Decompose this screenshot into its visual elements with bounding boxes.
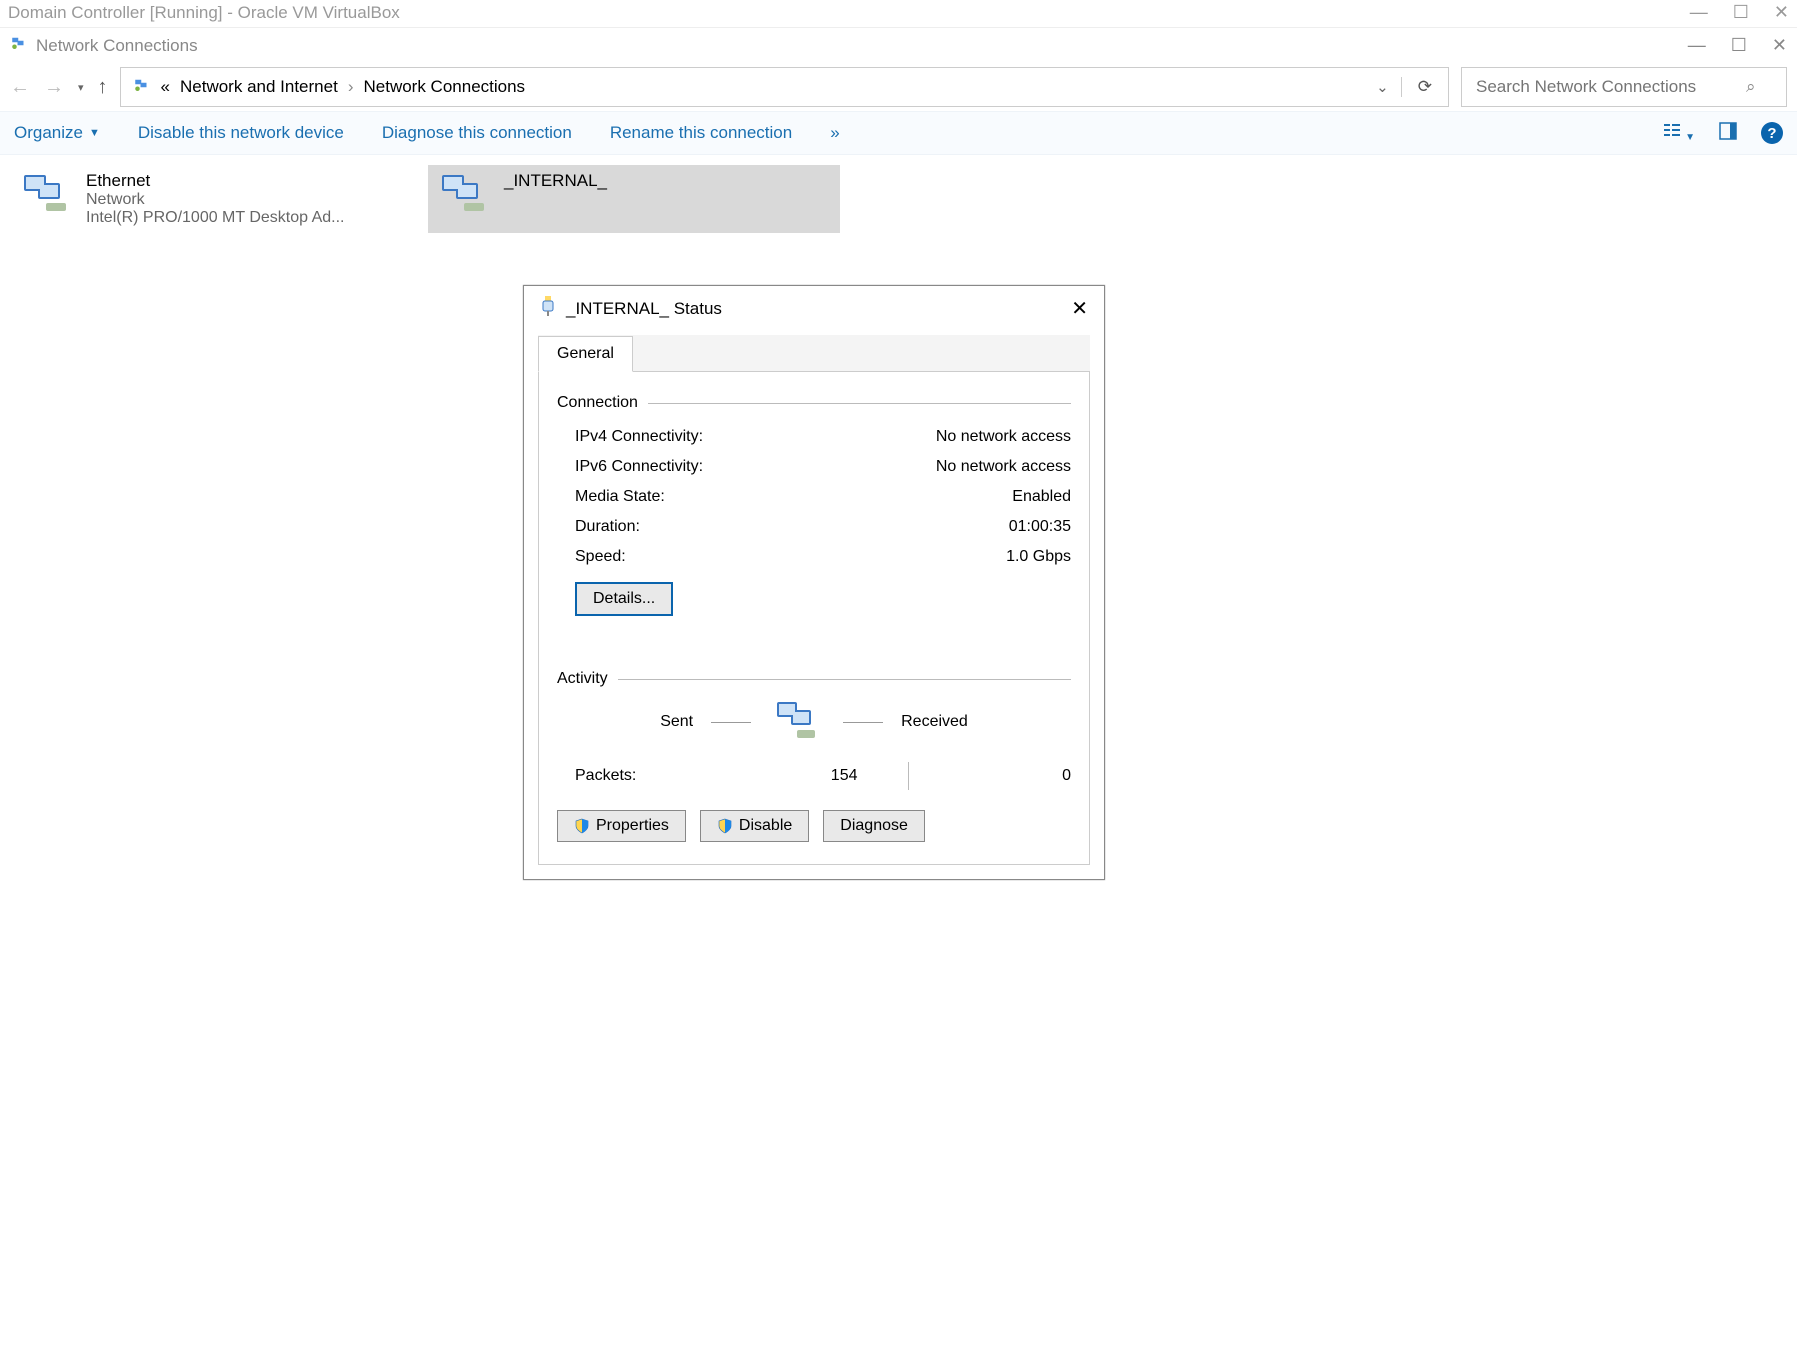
address-bar[interactable]: « Network and Internet › Network Connect… — [120, 67, 1449, 107]
refresh-icon[interactable]: ⟳ — [1401, 77, 1448, 97]
maximize-icon[interactable]: ☐ — [1731, 35, 1747, 56]
dialog-title: _INTERNAL_ Status — [566, 299, 722, 319]
preview-pane-icon[interactable] — [1719, 122, 1737, 144]
row-ipv6: IPv6 Connectivity: No network access — [557, 452, 1071, 482]
row-duration: Duration: 01:00:35 — [557, 512, 1071, 542]
network-plug-icon — [540, 296, 556, 321]
vb-minimize-icon[interactable]: — — [1690, 2, 1708, 23]
status-dialog: _INTERNAL_ Status ✕ General Connection I… — [523, 285, 1105, 880]
view-options-icon[interactable]: ▼ — [1663, 122, 1695, 144]
window-titlebar: Network Connections — ☐ ✕ — [0, 28, 1797, 63]
connection-item-internal[interactable]: _INTERNAL_ — [428, 165, 840, 233]
dialog-button-row: Properties Disable Diagnose — [557, 810, 1071, 842]
vb-maximize-icon[interactable]: ☐ — [1733, 2, 1749, 23]
rename-connection-button[interactable]: Rename this connection — [610, 123, 792, 143]
network-adapter-icon — [16, 171, 76, 215]
window-title: Network Connections — [36, 36, 198, 56]
packets-received: 0 — [909, 767, 1072, 785]
row-speed: Speed: 1.0 Gbps — [557, 542, 1071, 572]
toolbar-overflow-icon[interactable]: » — [830, 123, 839, 143]
organize-menu[interactable]: Organize ▼ — [14, 123, 100, 143]
minimize-icon[interactable]: — — [1688, 35, 1706, 56]
properties-button[interactable]: Properties — [557, 810, 686, 842]
address-dropdown-icon[interactable]: ⌄ — [1364, 78, 1401, 96]
activity-graphic: Sent Received — [557, 698, 1071, 746]
shield-icon — [574, 818, 590, 834]
chevron-down-icon: ▼ — [1685, 132, 1695, 143]
recent-dropdown-icon[interactable]: ▾ — [78, 81, 84, 94]
details-button[interactable]: Details... — [575, 582, 673, 616]
row-media-state: Media State: Enabled — [557, 482, 1071, 512]
vb-close-icon[interactable]: ✕ — [1774, 2, 1789, 23]
back-icon[interactable]: ← — [10, 76, 30, 99]
network-connections-window: Network Connections — ☐ ✕ ← → ▾ ↑ « Netw… — [0, 28, 1797, 243]
dialog-titlebar[interactable]: _INTERNAL_ Status ✕ — [524, 286, 1104, 331]
tab-panel-general: Connection IPv4 Connectivity: No network… — [538, 372, 1090, 865]
search-input[interactable] — [1474, 76, 1738, 98]
breadcrumb[interactable]: « Network and Internet › Network Connect… — [121, 76, 1365, 99]
section-connection: Connection — [557, 394, 1071, 412]
search-icon[interactable]: ⌕ — [1746, 77, 1756, 97]
breadcrumb-separator-icon: › — [348, 77, 354, 97]
connection-item-ethernet[interactable]: Ethernet Network Intel(R) PRO/1000 MT De… — [10, 165, 422, 233]
diagnose-button[interactable]: Diagnose — [823, 810, 925, 842]
breadcrumb-level1[interactable]: Network and Internet — [180, 77, 338, 97]
toolbar: Organize ▼ Disable this network device D… — [0, 111, 1797, 155]
dialog-tabs: General — [538, 335, 1090, 372]
chevron-down-icon: ▼ — [89, 127, 100, 139]
section-activity: Activity — [557, 670, 1071, 688]
breadcrumb-level2[interactable]: Network Connections — [363, 77, 525, 97]
dialog-close-icon[interactable]: ✕ — [1071, 296, 1088, 321]
connections-list: Ethernet Network Intel(R) PRO/1000 MT De… — [0, 155, 1797, 243]
connection-status: Network — [86, 191, 344, 209]
network-adapter-icon — [434, 171, 494, 215]
shield-icon — [717, 818, 733, 834]
breadcrumb-icon — [133, 76, 151, 99]
connection-name: _INTERNAL_ — [504, 171, 607, 191]
sent-label: Sent — [660, 713, 693, 731]
forward-icon[interactable]: → — [44, 76, 64, 99]
search-box[interactable]: ⌕ — [1461, 67, 1787, 107]
network-activity-icon — [769, 698, 825, 746]
virtualbox-titlebar: Domain Controller [Running] - Oracle VM … — [0, 0, 1797, 28]
tab-general[interactable]: General — [538, 336, 633, 372]
nav-arrows: ← → ▾ ↑ — [10, 76, 108, 99]
network-connections-icon — [10, 34, 28, 57]
received-label: Received — [901, 713, 968, 731]
row-ipv4: IPv4 Connectivity: No network access — [557, 422, 1071, 452]
breadcrumb-overflow-icon[interactable]: « — [161, 77, 170, 97]
connection-name: Ethernet — [86, 171, 344, 191]
nav-bar: ← → ▾ ↑ « Network and Internet › Network… — [0, 63, 1797, 111]
disable-device-button[interactable]: Disable this network device — [138, 123, 344, 143]
diagnose-connection-button[interactable]: Diagnose this connection — [382, 123, 572, 143]
virtualbox-title: Domain Controller [Running] - Oracle VM … — [8, 3, 400, 23]
connection-adapter: Intel(R) PRO/1000 MT Desktop Ad... — [86, 209, 344, 227]
help-icon[interactable]: ? — [1761, 122, 1783, 144]
packets-sent: 154 — [695, 767, 908, 785]
close-icon[interactable]: ✕ — [1772, 35, 1787, 56]
row-packets: Packets: 154 0 — [557, 756, 1071, 796]
up-icon[interactable]: ↑ — [98, 76, 108, 99]
disable-button[interactable]: Disable — [700, 810, 809, 842]
